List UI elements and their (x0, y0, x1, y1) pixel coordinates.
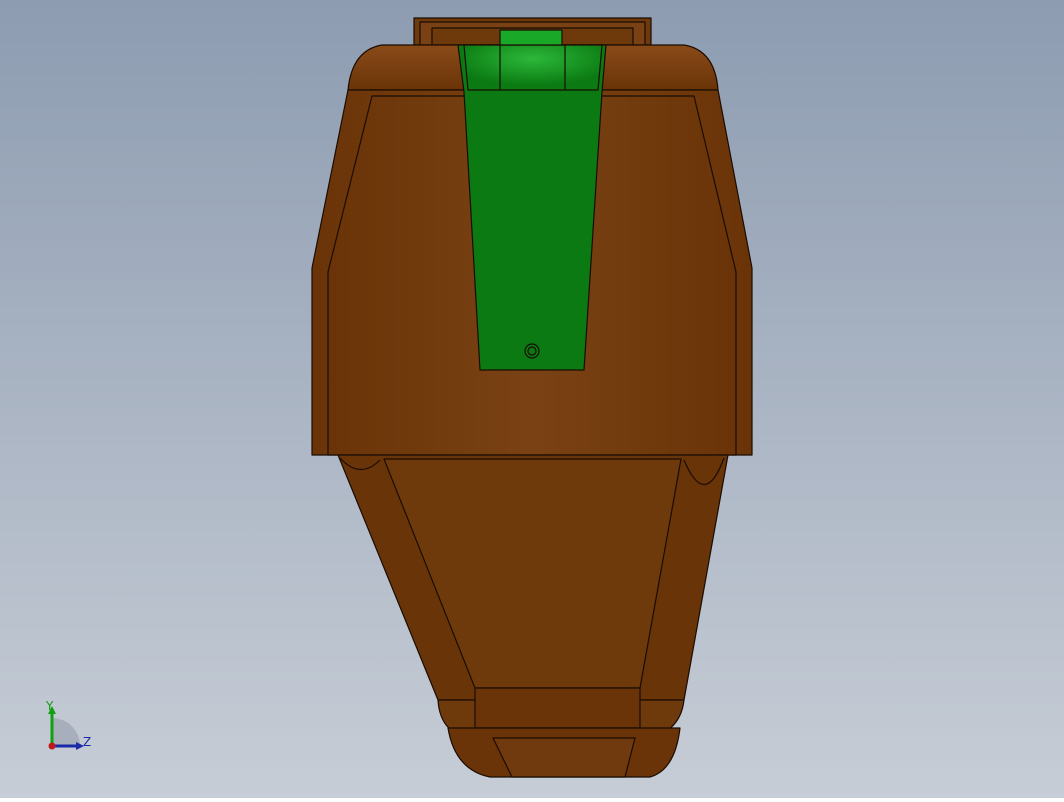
model-canvas[interactable] (0, 0, 1064, 798)
z-axis-label: Z (83, 735, 92, 749)
y-axis-label: Y (46, 699, 54, 713)
triad-plane (52, 718, 80, 746)
green-cap-top (463, 44, 603, 91)
green-cap[interactable] (457, 44, 607, 371)
triad-origin (48, 742, 56, 750)
bottom-rim-face (474, 687, 641, 729)
green-cap-tab (499, 29, 563, 46)
bottom-tip-face (492, 737, 636, 778)
axis-triad: Y Z (40, 699, 100, 756)
graphics-viewport[interactable]: Y Z (0, 0, 1064, 798)
cap-screw-hole[interactable] (524, 343, 540, 359)
